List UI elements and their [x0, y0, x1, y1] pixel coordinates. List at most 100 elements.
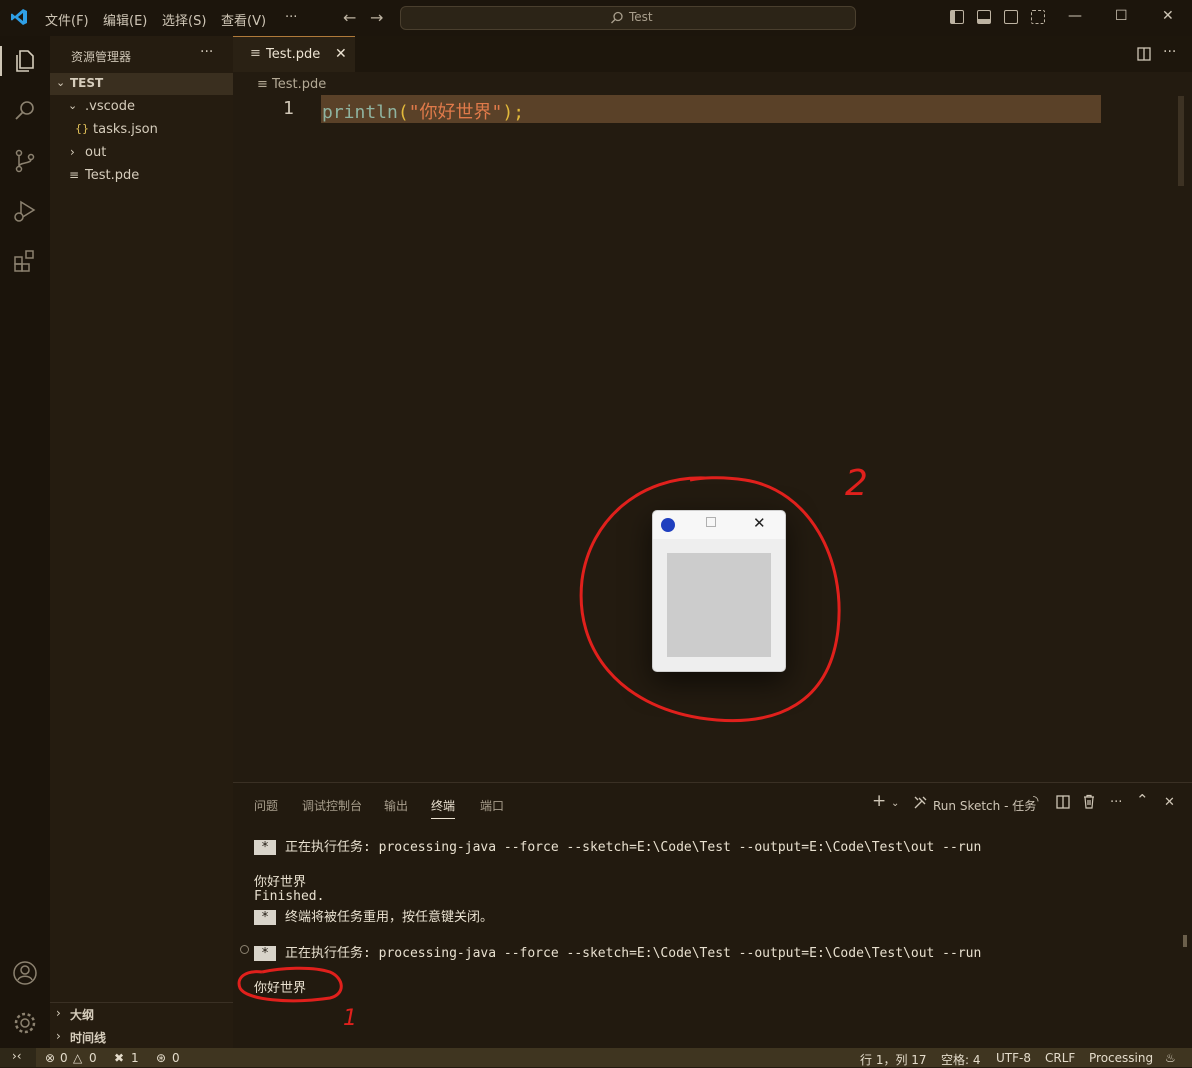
timeline-section[interactable]: › 时间线	[50, 1026, 233, 1048]
menu-edit[interactable]: 编辑(E)	[103, 10, 147, 29]
tree-item-test-pde[interactable]: ≡ Test.pde	[50, 165, 233, 187]
task-marker: *	[254, 946, 276, 961]
tab-debug-console[interactable]: 调试控制台	[302, 797, 362, 814]
terminal-line: * 正在执行任务: processing-java --force --sketc…	[254, 942, 981, 961]
cursor-position[interactable]: 行 1，列 17	[860, 1051, 927, 1068]
maximize-icon	[706, 517, 716, 527]
close-window-icon[interactable]: ✕	[1162, 8, 1174, 24]
explorer-icon[interactable]	[12, 48, 38, 74]
remote-icon: ›‹	[12, 1049, 22, 1063]
error-count[interactable]: 0	[60, 1051, 68, 1065]
activity-bar	[0, 36, 50, 1048]
close-tab-icon[interactable]: ✕	[335, 46, 347, 62]
forward-arrow-icon[interactable]: →	[370, 8, 383, 27]
ports-count[interactable]: 0	[172, 1051, 180, 1065]
panel-more-icon[interactable]: ···	[1110, 795, 1122, 810]
tools-icon	[914, 796, 927, 809]
terminal-text: Finished.	[254, 889, 325, 904]
maximize-icon[interactable]: ☐	[1115, 8, 1128, 24]
chevron-right-icon: ›	[56, 1029, 61, 1043]
command-center-label: Test	[629, 10, 653, 24]
encoding[interactable]: UTF-8	[996, 1051, 1031, 1065]
code-paren-close: );	[502, 102, 525, 123]
task-count[interactable]: 1	[131, 1051, 139, 1065]
search-icon[interactable]	[12, 98, 38, 124]
tree-item-vscode-folder[interactable]: ⌄ .vscode	[50, 96, 233, 118]
ports-icon[interactable]: ⊛	[156, 1051, 166, 1065]
search-icon	[611, 11, 623, 24]
chevron-down-icon[interactable]: ⌄	[891, 798, 899, 809]
line-ending[interactable]: CRLF	[1045, 1051, 1075, 1065]
sketch-window[interactable]: ✕	[652, 510, 786, 672]
tree-item-label: Test.pde	[85, 168, 140, 183]
explorer-more-icon[interactable]: ···	[200, 44, 213, 60]
maximize-panel-icon[interactable]: ⌃	[1136, 791, 1149, 809]
split-editor-icon[interactable]	[1137, 47, 1151, 61]
chevron-down-icon: ⌄	[68, 99, 78, 112]
toggle-secondary-sidebar-icon[interactable]	[1004, 10, 1018, 24]
text-file-icon: ≡	[69, 168, 80, 182]
warning-count[interactable]: 0	[89, 1051, 97, 1065]
bottom-panel: 问题 调试控制台 输出 终端 端口 + ⌄ Run Sketch - 任务 ◝ …	[233, 782, 1192, 1049]
task-terminal-label[interactable]: Run Sketch - 任务	[933, 797, 1036, 814]
language-mode[interactable]: Processing	[1089, 1051, 1153, 1065]
chevron-right-icon: ›	[70, 145, 75, 159]
menu-view[interactable]: 查看(V)	[221, 10, 266, 29]
error-icon[interactable]: ⊗	[45, 1051, 55, 1065]
menu-selection[interactable]: 选择(S)	[162, 10, 206, 29]
indentation[interactable]: 空格: 4	[941, 1051, 981, 1068]
notifications-bell-icon[interactable]: ♨	[1165, 1051, 1176, 1065]
toggle-primary-sidebar-icon[interactable]	[950, 10, 964, 24]
code-string: "你好世界"	[408, 102, 503, 123]
run-debug-icon[interactable]	[12, 198, 38, 224]
terminal-scrollbar[interactable]	[1183, 935, 1187, 947]
terminal-line: 你好世界	[254, 977, 306, 996]
new-terminal-icon[interactable]: +	[872, 791, 886, 811]
code-paren: (	[397, 102, 409, 123]
tab-problems[interactable]: 问题	[254, 797, 278, 814]
menu-more[interactable]: ···	[285, 10, 297, 25]
outline-section[interactable]: › 大纲	[50, 1003, 233, 1025]
text-file-icon: ≡	[257, 77, 268, 92]
code-function: println	[322, 102, 398, 123]
close-window-icon[interactable]: ✕	[753, 514, 766, 532]
tree-item-tasks-json[interactable]: {} tasks.json	[50, 119, 233, 141]
task-marker: *	[254, 840, 276, 855]
timeline-label: 时间线	[70, 1031, 107, 1045]
back-arrow-icon[interactable]: ←	[343, 8, 356, 27]
editor-scrollbar[interactable]	[1178, 96, 1184, 186]
tab-output[interactable]: 输出	[384, 797, 408, 814]
settings-gear-icon[interactable]	[12, 1010, 38, 1036]
menu-file[interactable]: 文件(F)	[45, 10, 89, 29]
chevron-down-icon: ⌄	[56, 76, 66, 89]
tree-item-out-folder[interactable]: › out	[50, 142, 233, 164]
command-center-search[interactable]: Test	[400, 6, 856, 30]
minimize-icon[interactable]: —	[1068, 8, 1082, 24]
tab-test-pde[interactable]: ≡ Test.pde ✕	[233, 36, 355, 72]
close-panel-icon[interactable]: ✕	[1164, 795, 1175, 810]
tab-label: Test.pde	[266, 47, 321, 62]
command-decoration-icon[interactable]	[240, 945, 249, 954]
warning-icon[interactable]: △	[73, 1051, 82, 1065]
source-control-icon[interactable]	[12, 148, 38, 174]
tab-terminal[interactable]: 终端	[431, 797, 456, 819]
sketch-window-titlebar[interactable]: ✕	[653, 511, 785, 539]
code-line[interactable]: println("你好世界");	[322, 98, 524, 124]
accounts-icon[interactable]	[12, 960, 38, 986]
split-terminal-icon[interactable]	[1056, 795, 1070, 809]
workspace-root[interactable]: ⌄ TEST	[50, 73, 233, 95]
editor-more-icon[interactable]: ···	[1163, 44, 1176, 60]
tools-icon[interactable]: ✖	[114, 1051, 124, 1065]
tree-item-label: .vscode	[85, 99, 135, 114]
tab-ports[interactable]: 端口	[480, 797, 504, 814]
remote-indicator[interactable]: ›‹	[0, 1048, 36, 1067]
terminal-line: Finished.	[254, 889, 324, 904]
extensions-icon[interactable]	[12, 248, 38, 274]
status-bar: ›‹ ⊗ 0 △ 0 ✖ 1 ⊛ 0 行 1，列 17 空格: 4 UTF-8 …	[0, 1048, 1192, 1067]
trash-icon[interactable]	[1082, 794, 1096, 809]
breadcrumb[interactable]: ≡ Test.pde	[257, 77, 326, 92]
customize-layout-icon[interactable]	[1031, 10, 1045, 24]
toggle-panel-icon[interactable]	[977, 10, 991, 24]
explorer-title: 资源管理器	[71, 50, 132, 64]
terminal-text: 正在执行任务: processing-java --force --sketch…	[285, 946, 982, 961]
